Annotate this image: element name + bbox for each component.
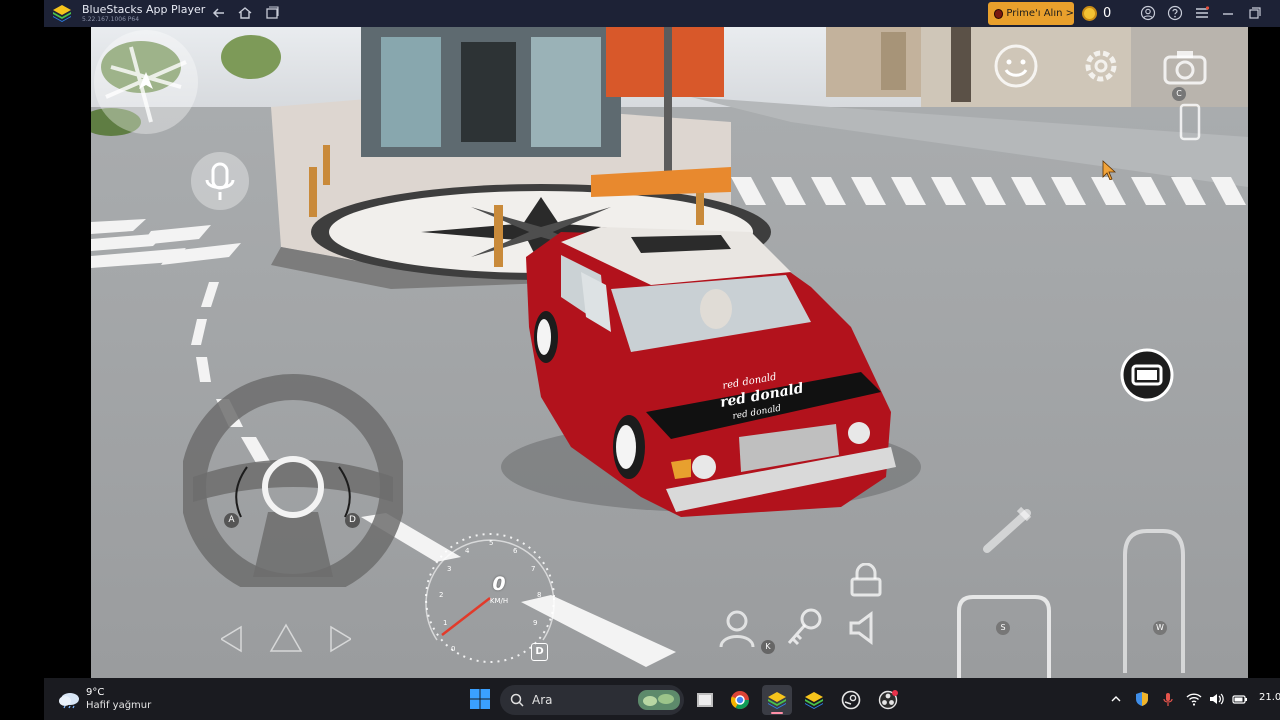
menu-icon[interactable] bbox=[1194, 5, 1210, 21]
brake-key-hint: S bbox=[996, 621, 1010, 635]
chrome-icon bbox=[730, 691, 749, 710]
coin-balance[interactable]: 0 bbox=[1082, 4, 1111, 23]
weather-description[interactable]: Hafif yağmur bbox=[86, 700, 151, 711]
svg-text:2: 2 bbox=[439, 591, 443, 599]
volume-icon[interactable] bbox=[1208, 691, 1224, 707]
gas-pedal-icon bbox=[1123, 529, 1185, 673]
bluestacks-logo bbox=[53, 5, 71, 22]
speed-unit: KM/H bbox=[489, 597, 509, 605]
taskbar-bluestacks-x[interactable] bbox=[799, 685, 829, 715]
exit-vehicle-button[interactable]: K bbox=[713, 605, 775, 675]
file-explorer-icon bbox=[697, 693, 713, 707]
taskbar-file-explorer[interactable] bbox=[690, 685, 720, 715]
hazard-icon bbox=[269, 623, 303, 652]
help-icon[interactable] bbox=[1167, 5, 1183, 21]
weather-temperature[interactable]: 9°C bbox=[86, 687, 104, 698]
bluestacks-title-bar: BlueStacks App Player 5.22.167.1006 P64 … bbox=[44, 0, 1280, 27]
bluestacks-x-icon bbox=[805, 692, 823, 709]
lock-icon[interactable] bbox=[843, 563, 889, 599]
coin-icon bbox=[1082, 6, 1097, 21]
person-key-hint: K bbox=[761, 640, 775, 654]
taskbar-obs[interactable] bbox=[873, 685, 903, 715]
taskbar-search[interactable]: Ara bbox=[500, 685, 684, 715]
svg-text:9: 9 bbox=[533, 619, 537, 627]
taskbar-chrome[interactable] bbox=[725, 685, 755, 715]
svg-text:3: 3 bbox=[447, 565, 451, 573]
app-version: 5.22.167.1006 P64 bbox=[82, 16, 140, 23]
search-highlight-icon bbox=[638, 690, 680, 710]
minimize-icon[interactable] bbox=[1220, 5, 1236, 21]
horn-icon[interactable] bbox=[843, 607, 885, 649]
speed-readout: 0 bbox=[492, 573, 506, 595]
taskbar-steam[interactable] bbox=[836, 685, 866, 715]
search-icon bbox=[510, 693, 524, 707]
settings-gear-icon[interactable] bbox=[1076, 41, 1126, 91]
handbrake-icon[interactable] bbox=[979, 503, 1041, 555]
phone-key-hint: C bbox=[1172, 87, 1186, 101]
svg-text:4: 4 bbox=[465, 547, 470, 555]
left-turn-signal-icon bbox=[221, 625, 242, 653]
phone-icon bbox=[1179, 103, 1201, 141]
account-icon[interactable] bbox=[1140, 5, 1156, 21]
gas-pedal[interactable]: W bbox=[1107, 525, 1193, 675]
mouse-cursor-icon bbox=[1102, 160, 1116, 180]
svg-text:5: 5 bbox=[489, 539, 493, 547]
turn-signal-indicators[interactable] bbox=[221, 619, 351, 659]
svg-text:7: 7 bbox=[531, 565, 535, 573]
prime-label: Prime'ı Alın > bbox=[1006, 8, 1074, 19]
cloud-rain-icon[interactable] bbox=[58, 689, 80, 709]
back-icon[interactable] bbox=[211, 5, 227, 21]
camera-icon[interactable] bbox=[1159, 45, 1211, 91]
svg-text:1: 1 bbox=[443, 619, 447, 627]
coin-count: 0 bbox=[1103, 6, 1112, 21]
home-icon[interactable] bbox=[237, 5, 253, 21]
emote-icon[interactable] bbox=[991, 41, 1041, 91]
security-shield-icon[interactable] bbox=[1134, 691, 1150, 707]
window-title: BlueStacks App Player bbox=[82, 3, 206, 16]
svg-text:0: 0 bbox=[451, 645, 455, 653]
chevron-up-icon[interactable] bbox=[1108, 691, 1124, 707]
battery-icon[interactable] bbox=[1232, 691, 1248, 707]
get-prime-button[interactable]: Prime'ı Alın > bbox=[988, 2, 1074, 25]
car-key-icon[interactable] bbox=[781, 605, 827, 651]
bluestacks-icon bbox=[768, 692, 786, 709]
windows-taskbar: 9°C Hafif yağmur Ara 21.0 bbox=[44, 678, 1280, 720]
prime-icon bbox=[994, 8, 1004, 19]
taskbar-bluestacks[interactable] bbox=[762, 685, 792, 715]
steering-wheel-control[interactable]: A D bbox=[180, 372, 406, 600]
microphone-icon[interactable] bbox=[1160, 691, 1176, 707]
taskbar-clock[interactable]: 21.03 bbox=[1259, 692, 1280, 703]
steam-icon bbox=[841, 690, 861, 710]
svg-text:8: 8 bbox=[537, 591, 541, 599]
person-icon bbox=[719, 610, 755, 648]
minimap-icon[interactable] bbox=[91, 27, 201, 137]
brake-pedal[interactable]: S bbox=[953, 591, 1055, 678]
camera-view-toggle-icon[interactable] bbox=[1119, 347, 1175, 403]
steering-wheel-icon bbox=[180, 374, 406, 600]
restore-icon[interactable] bbox=[1247, 5, 1263, 21]
windows-start-icon[interactable] bbox=[469, 688, 491, 710]
wifi-icon[interactable] bbox=[1186, 691, 1202, 707]
obs-icon bbox=[878, 690, 898, 710]
phone-button[interactable]: C bbox=[1172, 87, 1203, 143]
gear-indicator[interactable]: D bbox=[531, 643, 548, 661]
microphone-icon[interactable] bbox=[189, 150, 251, 212]
multi-instance-icon[interactable] bbox=[264, 5, 280, 21]
steer-right-key-hint: D bbox=[345, 513, 360, 528]
right-turn-signal-icon bbox=[330, 625, 351, 653]
gas-key-hint: W bbox=[1153, 621, 1167, 635]
steer-left-key-hint: A bbox=[224, 513, 239, 528]
svg-text:6: 6 bbox=[513, 547, 518, 555]
search-placeholder: Ara bbox=[532, 693, 553, 707]
game-viewport[interactable]: red donald red donald red donald C A D 0… bbox=[91, 27, 1248, 678]
